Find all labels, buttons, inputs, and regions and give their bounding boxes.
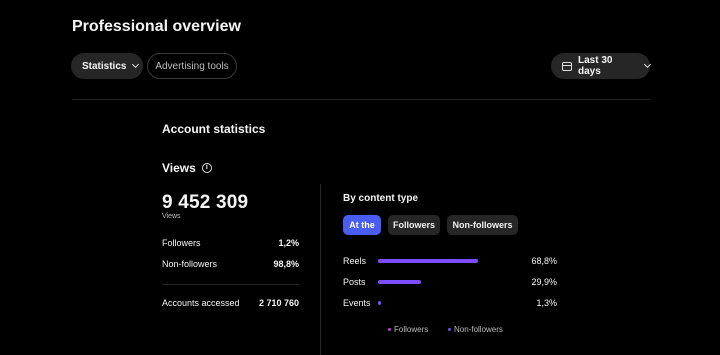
non-followers-label: Non-followers bbox=[162, 259, 218, 269]
bar-label-posts: Posts bbox=[343, 277, 366, 287]
accounts-accessed-row: Accounts accessed 2 710 760 bbox=[162, 298, 299, 308]
followers-label: Followers bbox=[162, 238, 201, 248]
legend-dot-non-followers bbox=[448, 328, 451, 331]
bar-label-reels: Reels bbox=[343, 256, 367, 266]
section-divider bbox=[320, 184, 321, 355]
tab-non-followers-label: Non-followers bbox=[452, 220, 513, 230]
tab-all[interactable]: At the bbox=[343, 215, 381, 235]
date-range-dropdown[interactable]: Last 30 days bbox=[551, 53, 652, 79]
stats-divider bbox=[162, 284, 299, 285]
tab-followers[interactable]: Followers bbox=[388, 215, 440, 235]
header-divider bbox=[72, 99, 650, 100]
non-followers-value: 98,8% bbox=[273, 259, 299, 269]
tab-followers-label: Followers bbox=[392, 220, 435, 230]
info-icon[interactable]: i bbox=[201, 163, 212, 173]
accounts-accessed-value: 2 710 760 bbox=[258, 298, 299, 308]
advertising-tools-button[interactable]: Advertising tools bbox=[147, 53, 237, 79]
followers-row: Followers 1,2% bbox=[162, 238, 299, 248]
statistics-label: Statistics bbox=[82, 60, 127, 72]
legend-non-followers: Non-followers bbox=[448, 325, 503, 334]
accounts-accessed-label: Accounts accessed bbox=[162, 298, 240, 308]
bar-value-reels: 68,8% bbox=[531, 256, 557, 266]
tab-all-label: At the bbox=[349, 220, 375, 230]
bar-value-posts: 29,9% bbox=[531, 277, 557, 287]
non-followers-row: Non-followers 98,8% bbox=[162, 259, 299, 269]
chevron-down-icon bbox=[643, 60, 652, 69]
statistics-dropdown[interactable]: Statistics bbox=[71, 53, 143, 79]
bar-posts bbox=[378, 280, 422, 284]
chevron-down-icon bbox=[132, 60, 140, 69]
views-heading-label: Views bbox=[162, 161, 196, 175]
legend-dot-followers bbox=[388, 328, 391, 331]
legend-label-non-followers: Non-followers bbox=[454, 325, 503, 334]
legend-followers: Followers bbox=[388, 325, 428, 334]
account-statistics-heading: Account statistics bbox=[162, 122, 266, 136]
views-heading: Views i bbox=[162, 161, 212, 175]
bar-reels bbox=[378, 259, 478, 263]
page-title: Professional overview bbox=[72, 18, 241, 35]
bar-label-events: Events bbox=[343, 298, 371, 308]
calendar-icon bbox=[562, 61, 572, 71]
views-total-caption: Views bbox=[162, 213, 181, 220]
views-total: 9 452 309 bbox=[162, 192, 249, 213]
bar-events bbox=[378, 301, 381, 305]
legend-label-followers: Followers bbox=[394, 325, 429, 334]
date-range-label: Last 30 days bbox=[578, 55, 613, 77]
tab-non-followers[interactable]: Non-followers bbox=[447, 215, 518, 235]
bar-value-events: 1,3% bbox=[536, 298, 557, 308]
followers-value: 1,2% bbox=[278, 238, 299, 248]
content-type-heading: By content type bbox=[343, 193, 419, 204]
advertising-tools-label: Advertising tools bbox=[155, 60, 229, 72]
